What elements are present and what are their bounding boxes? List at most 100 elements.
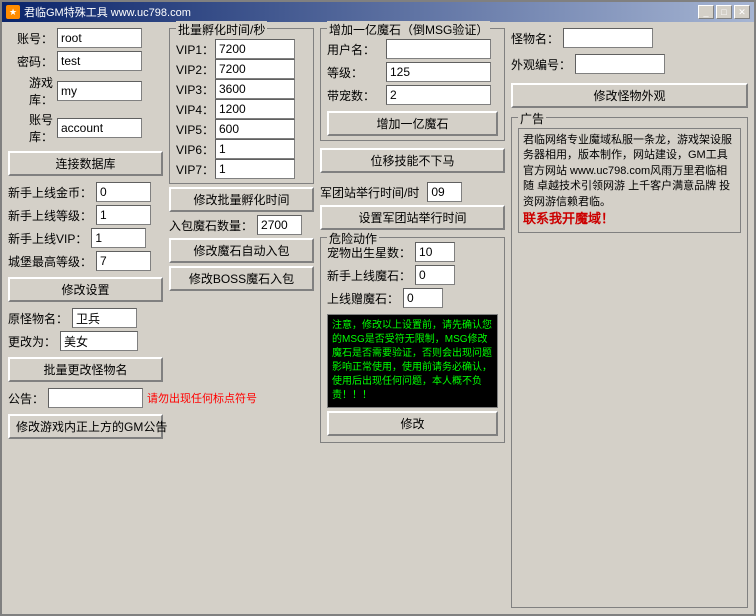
vip1-input[interactable] <box>215 39 295 59</box>
danger-title: 危险动作 <box>327 230 379 247</box>
password-input[interactable] <box>57 51 142 71</box>
level-row: 等级： <box>327 62 498 82</box>
monster-name-row: 怪物名： <box>511 28 748 48</box>
vip4-input[interactable] <box>215 99 295 119</box>
army-time-label: 军团站举行时间/时 <box>320 184 419 201</box>
modify-batch-hatch-button[interactable]: 修改批量孵化时间 <box>169 187 314 212</box>
vip3-input[interactable] <box>215 79 295 99</box>
username-input[interactable] <box>386 39 491 59</box>
accountdb-row: 账号库： <box>8 111 163 145</box>
batch-hatch-group: 批量孵化时间/秒 VIP1： VIP2： VIP3： VIP4： <box>169 28 314 184</box>
app-icon: ★ <box>6 5 20 19</box>
vip6-label: VIP6： <box>176 141 211 158</box>
danger-section: 危险动作 宠物出生星数： 新手上线魔石： 上线赠魔石： 注意，修改以上设置前，请… <box>320 237 505 443</box>
vip6-input[interactable] <box>215 139 295 159</box>
pet-star-input[interactable] <box>415 242 455 262</box>
minimize-button[interactable]: _ <box>698 5 714 19</box>
original-monster-label: 原怪物名： <box>8 310 68 327</box>
newbie-vip-row: 新手上线VIP： <box>8 228 163 248</box>
vip4-label: VIP4： <box>176 101 211 118</box>
password-label: 密码： <box>8 53 53 70</box>
magic-stone-row: 入包魔石数量： <box>169 215 314 235</box>
announcement-label: 公告： <box>8 390 44 407</box>
monster-name-label: 怪物名： <box>511 30 559 47</box>
original-monster-input[interactable] <box>72 308 137 328</box>
gamedb-row: 游戏库： <box>8 74 163 108</box>
monster-name-input[interactable] <box>563 28 653 48</box>
right-panel: 怪物名： 外观编号： 修改怪物外观 广告 君临网络专业魔域私服一条龙，游戏架设服… <box>511 28 748 608</box>
mid-panel: 批量孵化时间/秒 VIP1： VIP2： VIP3： VIP4： <box>169 28 314 608</box>
login-gift-row: 上线赠魔石： <box>327 288 498 308</box>
set-army-button[interactable]: 设置军团站举行时间 <box>320 205 505 230</box>
vip5-label: VIP5： <box>176 121 211 138</box>
pet-count-label: 带宠数： <box>327 87 382 104</box>
close-button[interactable]: ✕ <box>734 5 750 19</box>
vip6-row: VIP6： <box>176 139 307 159</box>
magic-stone-input[interactable] <box>257 215 302 235</box>
level-label: 等级： <box>327 64 382 81</box>
gamedb-input[interactable] <box>57 81 142 101</box>
connect-db-button[interactable]: 连接数据库 <box>8 151 163 176</box>
vip7-input[interactable] <box>215 159 295 179</box>
pet-count-input[interactable] <box>386 85 491 105</box>
vip3-label: VIP3： <box>176 81 211 98</box>
newbie-level-row: 新手上线等级： <box>8 205 163 225</box>
castle-max-row: 城堡最高等级： <box>8 251 163 271</box>
vip5-row: VIP5： <box>176 119 307 139</box>
vip5-input[interactable] <box>215 119 295 139</box>
army-time-row: 军团站举行时间/时 <box>320 182 505 202</box>
newbie-level-input[interactable] <box>96 205 151 225</box>
vip1-label: VIP1： <box>176 41 211 58</box>
announcement-row: 公告： 请勿出现任何标点符号 <box>8 388 163 408</box>
castle-max-input[interactable] <box>96 251 151 271</box>
newbie-vip-input[interactable] <box>91 228 146 248</box>
modify-appearance-button[interactable]: 修改怪物外观 <box>511 83 748 108</box>
original-monster-row: 原怪物名： <box>8 308 163 328</box>
account-input[interactable] <box>57 28 142 48</box>
modify-magic-auto-button[interactable]: 修改魔石自动入包 <box>169 238 314 263</box>
password-row: 密码： <box>8 51 163 71</box>
add-magic-button[interactable]: 增加一亿魔石 <box>327 111 498 136</box>
ad-content: 君临网络专业魔域私服一条龙，游戏架设服务器相用，版本制作，网站建设，GM工具 官… <box>518 128 741 233</box>
newbie-magic-label: 新手上线魔石： <box>327 267 411 284</box>
gamedb-label: 游戏库： <box>8 74 53 108</box>
maximize-button[interactable]: □ <box>716 5 732 19</box>
newbie-gold-input[interactable] <box>96 182 151 202</box>
accountdb-input[interactable] <box>57 118 142 138</box>
content-area: 账号： 密码： 游戏库： 账号库： 连接数据库 新手上线金币： <box>2 22 754 614</box>
change-to-input[interactable] <box>60 331 138 351</box>
account-row: 账号： <box>8 28 163 48</box>
ad-link[interactable]: 联系我开魔域！ <box>523 211 614 226</box>
modify-announcement-button[interactable]: 修改游戏内正上方的GM公告 <box>8 414 163 439</box>
army-time-input[interactable] <box>427 182 462 202</box>
castle-max-label: 城堡最高等级： <box>8 253 92 270</box>
newbie-magic-row: 新手上线魔石： <box>327 265 498 285</box>
danger-modify-button[interactable]: 修改 <box>327 411 498 436</box>
right-mid-panel: 增加一亿魔石（倒MSG验证） 用户名： 等级： 带宠数： 增加一亿魔石 位移技能… <box>320 28 505 608</box>
vip2-row: VIP2： <box>176 59 307 79</box>
appearance-input[interactable] <box>575 54 665 74</box>
account-label: 账号： <box>8 30 53 47</box>
main-window: ★ 君临GM特殊工具 www.uc798.com _ □ ✕ 账号： 密码： 游… <box>0 0 756 616</box>
magic-stone-label: 入包魔石数量： <box>169 217 253 234</box>
level-input[interactable] <box>386 62 491 82</box>
vip2-input[interactable] <box>215 59 295 79</box>
newbie-vip-label: 新手上线VIP： <box>8 230 87 247</box>
title-bar: ★ 君临GM特殊工具 www.uc798.com _ □ ✕ <box>2 2 754 22</box>
modify-boss-magic-button[interactable]: 修改BOSS魔石入包 <box>169 266 314 291</box>
vip3-row: VIP3： <box>176 79 307 99</box>
announcement-input[interactable] <box>48 388 143 408</box>
ad-text: 君临网络专业魔域私服一条龙，游戏架设服务器相用，版本制作，网站建设，GM工具 官… <box>523 134 732 208</box>
ad-title: 广告 <box>518 110 546 127</box>
modify-settings-button[interactable]: 修改设置 <box>8 277 163 302</box>
pet-count-row: 带宠数： <box>327 85 498 105</box>
ad-group: 广告 君临网络专业魔域私服一条龙，游戏架设服务器相用，版本制作，网站建设，GM工… <box>511 117 748 608</box>
accountdb-label: 账号库： <box>8 111 53 145</box>
newbie-magic-input[interactable] <box>415 265 455 285</box>
username-label: 用户名： <box>327 41 382 58</box>
login-gift-input[interactable] <box>403 288 443 308</box>
change-to-label: 更改为： <box>8 333 56 350</box>
move-skill-button[interactable]: 位移技能不下马 <box>320 148 505 173</box>
vip2-label: VIP2： <box>176 61 211 78</box>
batch-change-monster-button[interactable]: 批量更改怪物名 <box>8 357 163 382</box>
